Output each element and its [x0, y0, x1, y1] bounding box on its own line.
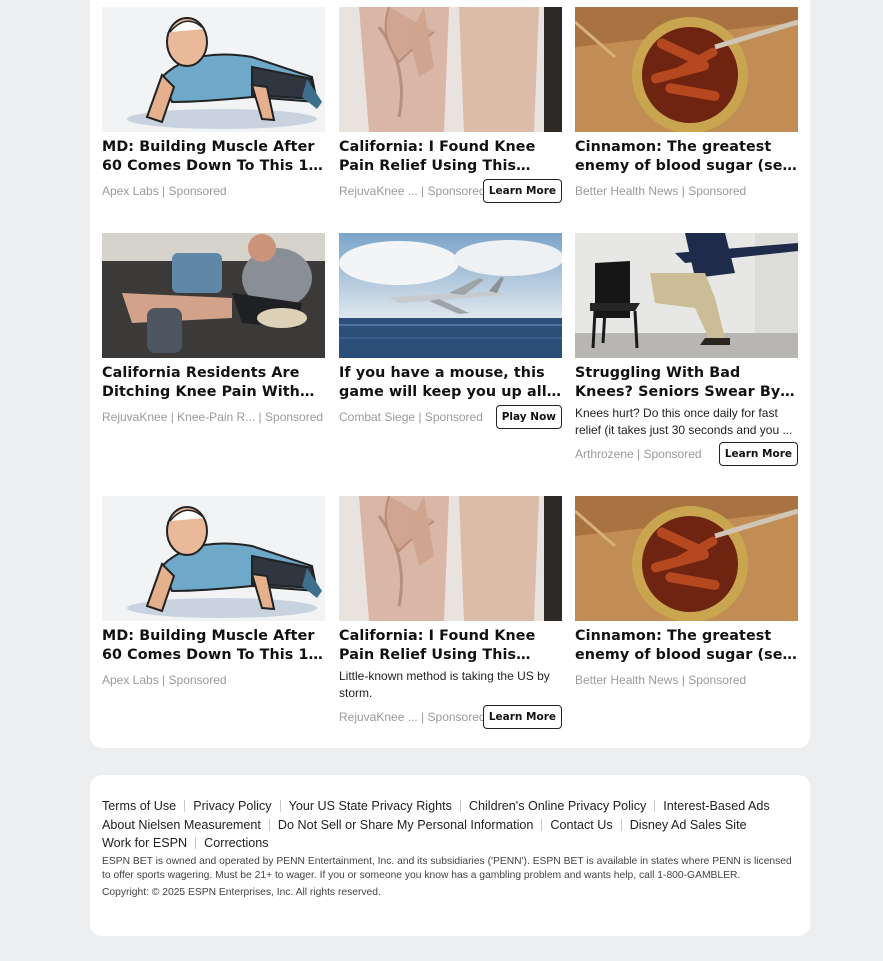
ad-title[interactable]: California: I Found Knee Pain Relief Usi…	[339, 138, 562, 176]
ad-source: Better Health News | Sponsored	[575, 673, 747, 687]
footer-link-state-privacy[interactable]: Your US State Privacy Rights	[289, 800, 461, 812]
ad-image[interactable]	[102, 496, 325, 621]
footer-link-childrens-privacy[interactable]: Children's Online Privacy Policy	[469, 800, 656, 812]
ad-source-name: Apex Labs	[102, 673, 159, 687]
ad-card[interactable]: Cinnamon: The greatest enemy of blood su…	[575, 7, 798, 203]
ad-source: Arthrozene | Sponsored	[575, 447, 702, 461]
ad-source-name: RejuvaKnee | Knee-Pain R...	[102, 410, 256, 424]
ad-image[interactable]	[102, 7, 325, 132]
ad-card[interactable]: MD: Building Muscle After 60 Comes Down …	[102, 496, 325, 692]
ad-meta: Arthrozene | Sponsored Learn More	[575, 442, 798, 466]
ad-meta: RejuvaKnee ... | Sponsored Learn More	[339, 705, 562, 729]
footer-links: Terms of Use Privacy Policy Your US State …	[102, 797, 802, 853]
ad-card[interactable]: California: I Found Knee Pain Relief Usi…	[339, 7, 562, 203]
footer-link-interest-ads[interactable]: Interest-Based Ads	[663, 800, 777, 813]
ad-card[interactable]: Struggling With Bad Knees? Seniors Swear…	[575, 233, 798, 466]
legal-disclaimer: ESPN BET is owned and operated by PENN E…	[102, 856, 792, 881]
footer-link-contact[interactable]: Contact Us	[550, 818, 622, 831]
footer-link-disney-ad-sales[interactable]: Disney Ad Sales Site	[630, 818, 755, 831]
footer-link-privacy[interactable]: Privacy Policy	[193, 800, 281, 812]
ad-cta-button[interactable]: Learn More	[718, 442, 798, 466]
sponsored-label: Sponsored	[427, 184, 483, 198]
ad-cta-button[interactable]: Learn More	[482, 705, 562, 729]
footer-link-do-not-sell[interactable]: Do Not Sell or Share My Personal Informa…	[278, 818, 543, 831]
ad-source-name: Combat Siege	[339, 410, 416, 424]
ad-source-name: Arthrozene	[575, 447, 634, 461]
ad-title[interactable]: Cinnamon: The greatest enemy of blood su…	[575, 138, 798, 176]
ad-source: Better Health News | Sponsored	[575, 184, 747, 198]
ad-title[interactable]: If you have a mouse, this game will keep…	[339, 364, 562, 402]
ad-image[interactable]	[339, 233, 562, 358]
ad-description: Little-known method is taking the US by …	[339, 669, 550, 700]
footer-link-nielsen[interactable]: About Nielsen Measurement	[102, 818, 270, 831]
ad-card[interactable]: California: I Found Knee Pain Relief Usi…	[339, 496, 562, 729]
ad-source: RejuvaKnee | Knee-Pain R... | Sponsored	[102, 410, 324, 424]
copyright: Copyright: © 2025 ESPN Enterprises, Inc.…	[102, 887, 381, 898]
sponsored-label: Sponsored	[168, 673, 227, 687]
ad-meta: Apex Labs | Sponsored	[102, 179, 325, 203]
ad-source: Apex Labs | Sponsored	[102, 673, 227, 687]
ad-card[interactable]: If you have a mouse, this game will keep…	[339, 233, 562, 429]
ad-card[interactable]: MD: Building Muscle After 60 Comes Down …	[102, 7, 325, 203]
ad-image[interactable]	[575, 7, 798, 132]
footer-link-corrections[interactable]: Corrections	[204, 837, 276, 850]
sponsored-label: Sponsored	[168, 184, 227, 198]
ad-title[interactable]: MD: Building Muscle After 60 Comes Down …	[102, 138, 325, 176]
ad-image[interactable]	[339, 496, 562, 621]
ad-meta: Better Health News | Sponsored	[575, 668, 798, 692]
ad-meta: Better Health News | Sponsored	[575, 179, 798, 203]
ad-card[interactable]: Cinnamon: The greatest enemy of blood su…	[575, 496, 798, 692]
footer-link-terms[interactable]: Terms of Use	[102, 800, 186, 812]
ad-title[interactable]: Cinnamon: The greatest enemy of blood su…	[575, 627, 798, 665]
ad-source-name: RejuvaKnee ...	[339, 184, 418, 198]
ad-title[interactable]: MD: Building Muscle After 60 Comes Down …	[102, 627, 325, 665]
ad-source: RejuvaKnee ... | Sponsored	[339, 184, 483, 198]
ad-source-name: Better Health News	[575, 184, 679, 198]
sponsored-label: Sponsored	[265, 410, 324, 424]
ad-source: Combat Siege | Sponsored	[339, 410, 483, 424]
ad-image[interactable]	[575, 496, 798, 621]
ad-image[interactable]	[575, 233, 798, 358]
ad-source-name: RejuvaKnee ...	[339, 710, 418, 724]
ad-card[interactable]: California Residents Are Ditching Knee P…	[102, 233, 325, 429]
footer-link-work-for-espn[interactable]: Work for ESPN	[102, 837, 197, 849]
ad-image[interactable]	[339, 7, 562, 132]
ad-image[interactable]	[102, 233, 325, 358]
sponsored-label: Sponsored	[424, 410, 483, 424]
ad-meta: RejuvaKnee | Knee-Pain R... | Sponsored	[102, 405, 325, 429]
ad-cta-button[interactable]: Learn More	[482, 179, 562, 203]
ad-source-name: Apex Labs	[102, 184, 159, 198]
ad-title[interactable]: Struggling With Bad Knees? Seniors Swear…	[575, 364, 798, 402]
ad-cta-button[interactable]: Play Now	[495, 405, 562, 429]
footer-card: Terms of Use Privacy Policy Your US State …	[90, 775, 810, 936]
ad-source: RejuvaKnee ... | Sponsored	[339, 710, 483, 724]
sponsored-label: Sponsored	[688, 184, 747, 198]
ad-meta: RejuvaKnee ... | Sponsored Learn More	[339, 179, 562, 203]
ad-title[interactable]: California: I Found Knee Pain Relief Usi…	[339, 627, 562, 665]
sponsored-label: Sponsored	[643, 447, 702, 461]
ad-source: Apex Labs | Sponsored	[102, 184, 227, 198]
sponsored-label: Sponsored	[688, 673, 747, 687]
ad-meta: Combat Siege | Sponsored Play Now	[339, 405, 562, 429]
ad-source-name: Better Health News	[575, 673, 679, 687]
sponsored-label: Sponsored	[427, 710, 483, 724]
ad-meta: Apex Labs | Sponsored	[102, 668, 325, 692]
ad-description: Knees hurt? Do this once daily for fast …	[575, 406, 793, 437]
ad-title[interactable]: California Residents Are Ditching Knee P…	[102, 364, 325, 402]
